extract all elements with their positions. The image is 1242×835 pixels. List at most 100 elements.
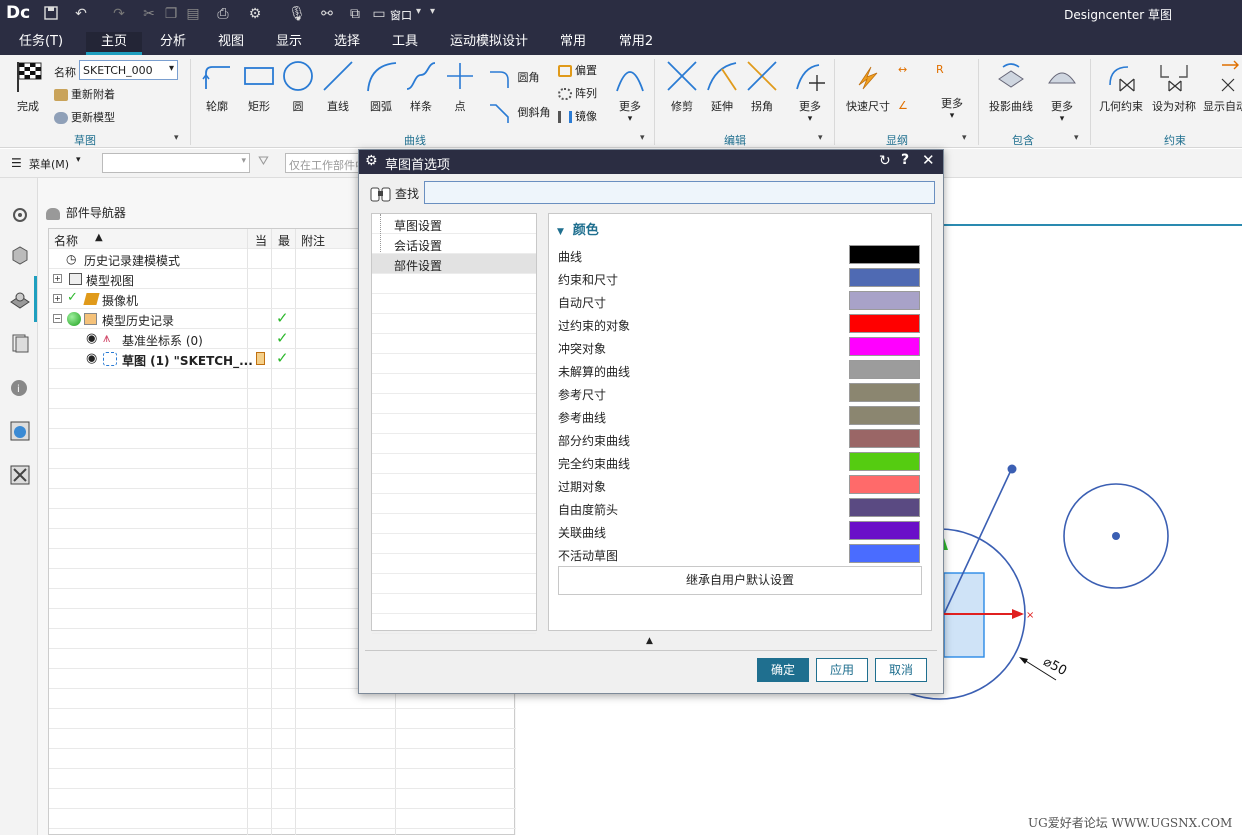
trim-button[interactable]: 修剪 (663, 59, 701, 114)
paste-icon[interactable]: ▤ (184, 5, 202, 23)
column-latest[interactable]: 最 (278, 232, 290, 249)
hamburger-menu-icon[interactable]: ☰ (11, 156, 22, 170)
tree-item-session-settings[interactable]: 会话设置 (372, 234, 536, 254)
tab-home[interactable]: 主页 (86, 32, 142, 55)
update-model-button[interactable]: 更新模型 (54, 109, 115, 125)
section-collapse-icon[interactable]: ▼ (557, 227, 564, 237)
tab-common[interactable]: 常用 (552, 32, 594, 55)
profile-button[interactable]: 轮廓 (198, 59, 236, 114)
microphone-icon[interactable]: 🎙 (288, 5, 306, 23)
switch-window-icon[interactable]: ⧉ (346, 5, 364, 23)
make-symmetric-button[interactable]: 设为对称 (1149, 59, 1199, 114)
column-name[interactable]: 名称 (54, 232, 78, 249)
menu-button[interactable]: 菜单(M) (29, 156, 69, 172)
ok-button[interactable]: 确定 (757, 658, 809, 682)
tab-analysis[interactable]: 分析 (152, 32, 194, 55)
sort-ascending-icon[interactable]: ▲ (95, 232, 103, 243)
color-swatch[interactable] (849, 544, 920, 563)
line-button[interactable]: 直线 (319, 59, 357, 114)
search-input[interactable] (424, 181, 935, 204)
color-swatch[interactable] (849, 452, 920, 471)
color-swatch[interactable] (849, 498, 920, 517)
window-menu[interactable]: 窗口 (390, 7, 412, 23)
tab-view[interactable]: 视图 (210, 32, 252, 55)
tab-common2[interactable]: 常用2 (612, 32, 660, 55)
part-navigator-icon[interactable] (9, 288, 31, 310)
reuse-library-icon[interactable] (9, 332, 31, 354)
color-swatch[interactable] (849, 406, 920, 425)
reset-icon[interactable]: ↻ (879, 153, 891, 169)
window-dropdown-icon[interactable]: ▾ (416, 6, 421, 17)
color-swatch[interactable] (849, 383, 920, 402)
chevron-down-icon[interactable]: ▾ (76, 155, 81, 165)
reattach-button[interactable]: 重新附着 (54, 86, 115, 102)
cancel-button[interactable]: 取消 (875, 658, 927, 682)
rectangle-button[interactable]: 矩形 (240, 59, 278, 114)
linear-dimension-icon[interactable]: ↔ (898, 63, 924, 87)
fillet-button[interactable]: 圆角 (488, 68, 540, 88)
apply-button[interactable]: 应用 (816, 658, 868, 682)
tab-display[interactable]: 显示 (268, 32, 310, 55)
expand-icon[interactable]: + (53, 294, 62, 303)
command-finder-icon[interactable]: ⚯ (318, 5, 336, 23)
diameter-dimension[interactable]: ⌀50 (1041, 654, 1070, 679)
edit-more-button[interactable]: 更多 ▾ (790, 59, 830, 124)
web-browser-icon[interactable] (9, 420, 31, 442)
color-section-header[interactable]: ▼ 颜色 (557, 219, 599, 238)
dialog-title-bar[interactable]: ⚙ 草图首选项 ↻ ? ✕ (359, 150, 943, 174)
collapse-icon[interactable]: − (53, 314, 62, 323)
settings-icon[interactable] (9, 204, 31, 226)
visibility-eye-icon[interactable]: ◉ (86, 351, 97, 366)
color-swatch[interactable] (849, 337, 920, 356)
offset-button[interactable]: 偏置 (558, 62, 597, 78)
quick-dimension-button[interactable]: 快速尺寸 (842, 59, 894, 114)
geometric-constraint-button[interactable]: 几何约束 (1096, 59, 1146, 114)
circle-center-point[interactable] (1112, 532, 1120, 540)
group-expand-icon[interactable]: ▾ (640, 133, 645, 143)
color-swatch[interactable] (849, 429, 920, 448)
line-endpoint[interactable] (1007, 464, 1017, 474)
group-expand-icon[interactable]: ▾ (962, 133, 967, 143)
touch-mode-icon[interactable]: ⚙ (246, 5, 264, 23)
arc-button[interactable]: 圆弧 (362, 59, 400, 114)
tree-item-part-settings[interactable]: 部件设置 (372, 254, 536, 274)
print-icon[interactable]: ⎙ (214, 5, 232, 23)
help-icon[interactable]: ? (901, 152, 909, 168)
show-auto-constraints-button[interactable]: 显示自动 (1201, 59, 1242, 114)
close-icon[interactable]: ✕ (922, 151, 935, 169)
expand-icon[interactable]: + (53, 274, 62, 283)
visibility-eye-icon[interactable]: ◉ (86, 331, 97, 346)
filter-icon[interactable]: ⛛ (258, 154, 269, 169)
color-swatch[interactable] (849, 245, 920, 264)
scope-filter-dropdown[interactable]: 仅在工作部件中 (285, 153, 360, 173)
inherit-defaults-button[interactable]: 继承自用户默认设置 (558, 566, 922, 595)
spline-button[interactable]: 样条 (402, 59, 440, 114)
color-swatch[interactable] (849, 314, 920, 333)
curve-more-button[interactable]: 更多 ▾ (610, 59, 650, 124)
roles-tools-icon[interactable] (9, 464, 31, 486)
save-icon[interactable] (42, 5, 60, 23)
color-swatch[interactable] (849, 521, 920, 540)
circle-button[interactable]: 圆 (279, 59, 317, 114)
dimension-more-button[interactable]: 更多 ▾ (932, 95, 972, 121)
collapse-up-icon[interactable]: ▲ (646, 636, 653, 646)
color-swatch[interactable] (849, 360, 920, 379)
color-swatch[interactable] (849, 291, 920, 310)
customize-quick-access-icon[interactable]: ▾ (430, 6, 435, 17)
pattern-button[interactable]: 阵列 (558, 85, 597, 101)
color-swatch[interactable] (849, 475, 920, 494)
column-current[interactable]: 当 (255, 232, 267, 249)
tab-select[interactable]: 选择 (326, 32, 368, 55)
group-expand-icon[interactable]: ▾ (818, 133, 823, 143)
copy-icon[interactable]: ❐ (162, 5, 180, 23)
type-filter-dropdown[interactable]: ▾ (102, 153, 250, 173)
include-more-button[interactable]: 更多 ▾ (1042, 59, 1082, 124)
group-expand-icon[interactable]: ▾ (1074, 133, 1079, 143)
tree-item-sketch-settings[interactable]: 草图设置 (372, 214, 536, 274)
chamfer-button[interactable]: 倒斜角 (488, 103, 551, 123)
info-icon[interactable]: i (9, 376, 31, 398)
cut-icon[interactable]: ✂ (140, 5, 158, 23)
assembly-navigator-icon[interactable] (9, 244, 31, 266)
project-curve-button[interactable]: 投影曲线 (986, 59, 1036, 114)
undo-icon[interactable]: ↶ (72, 5, 90, 23)
